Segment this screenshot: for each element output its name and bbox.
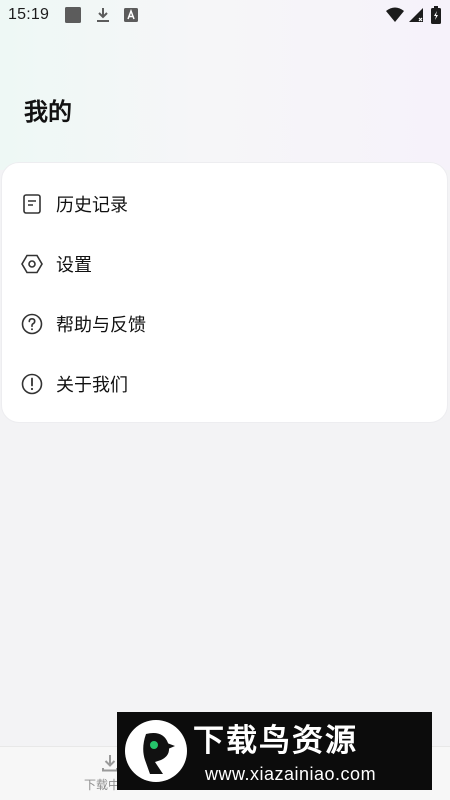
- font-app-icon: [124, 8, 138, 22]
- settings-icon: [21, 254, 43, 274]
- watermark-banner: 下载鸟资源 www.xiazainiao.com: [117, 712, 432, 790]
- watermark-url: www.xiazainiao.com: [205, 764, 377, 784]
- menu-item-about-us[interactable]: 关于我们: [2, 359, 447, 409]
- menu-item-settings[interactable]: 设置: [2, 239, 447, 289]
- help-icon: [21, 313, 43, 335]
- about-icon: [21, 373, 43, 395]
- menu-item-label: 关于我们: [56, 375, 128, 396]
- menu-item-help-feedback[interactable]: 帮助与反馈: [2, 299, 447, 349]
- menu-item-label: 帮助与反馈: [56, 315, 146, 336]
- menu-card: 历史记录 设置 帮助与反馈 关于我们: [1, 162, 448, 423]
- status-bar: 15:19: [0, 0, 450, 30]
- watermark-title: 下载鸟资源: [193, 723, 358, 759]
- menu-item-history[interactable]: 历史记录: [2, 179, 447, 229]
- menu-item-label: 设置: [56, 255, 92, 276]
- download-icon: [97, 8, 109, 22]
- signal-icon: [409, 8, 423, 22]
- menu-item-label: 历史记录: [56, 195, 128, 216]
- history-icon: [23, 194, 41, 214]
- status-time: 15:19: [8, 6, 50, 23]
- battery-icon: [431, 6, 441, 24]
- wifi-icon: [386, 7, 404, 22]
- bird-logo-icon: [125, 720, 187, 782]
- square-app-icon: [65, 7, 81, 23]
- app-screen: 15:19 我的 历史记录 设置 帮助与反馈 关于我们 下载中 下载鸟资源 ww…: [0, 0, 450, 800]
- bottom-nav-label: 下载中: [84, 778, 121, 792]
- page-title: 我的: [24, 98, 72, 126]
